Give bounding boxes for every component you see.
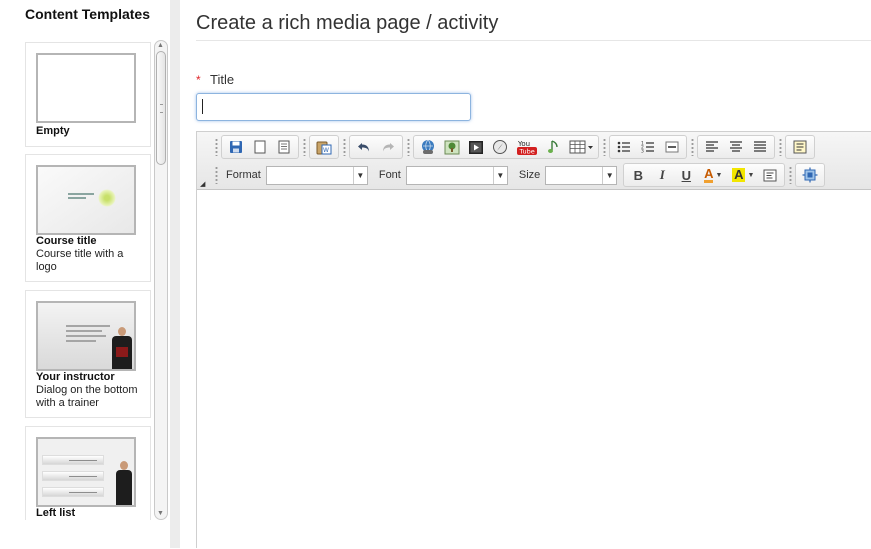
title-field-wrapper [196,93,471,121]
text-color-button[interactable]: A ▼ [698,165,728,186]
background-color-icon: A [732,167,746,182]
chevron-down-icon: ▼ [747,171,755,179]
templates-icon[interactable] [272,137,296,158]
template-list-scrollbar[interactable]: ▲ ▼ [154,40,168,520]
template-name: Course title [36,235,97,247]
link-icon[interactable] [416,137,440,158]
source-group [785,135,815,159]
scrollbar-thumb[interactable] [156,51,166,165]
template-left-list[interactable]: Left list [25,426,151,520]
template-name: Left list [36,507,76,519]
toolbar-row-1: W You Tube 1 2 3 [215,135,819,159]
template-your-instructor[interactable]: Your instructor Dialog on the bottom wit… [25,290,151,418]
align-center-icon[interactable] [724,137,748,158]
trainer-figure [114,461,134,505]
youtube-icon[interactable]: You Tube [512,137,542,158]
rich-text-editor: ◢ W You Tube 1 2 3 Format ▼ Font ▼ Size … [196,131,871,549]
template-left-list-thumbnail [36,437,136,507]
panel-divider [170,0,180,548]
svg-text:W: W [323,147,329,154]
format-select[interactable]: ▼ [265,165,368,185]
template-empty-thumbnail [36,53,136,123]
scroll-up-icon[interactable]: ▲ [157,42,164,50]
size-select[interactable]: ▼ [545,165,618,185]
logo-graphic [98,189,116,207]
clipboard-group: W [309,135,339,159]
numbered-list-icon[interactable]: 123 [636,137,660,158]
align-group [697,135,775,159]
horizontal-rule-icon[interactable] [660,137,684,158]
chevron-down-icon[interactable]: ▼ [492,166,507,184]
template-your-instructor-thumbnail [36,301,136,371]
template-course-title-thumbnail [36,165,136,235]
chevron-down-icon[interactable]: ▼ [602,166,617,184]
insert-group: You Tube [413,135,599,159]
underline-button[interactable]: U [674,165,698,186]
template-description: Course title with a logo [36,248,124,273]
collapse-toolbar-icon[interactable]: ◢ [200,180,205,188]
scroll-down-icon[interactable]: ▼ [157,510,164,518]
template-name: Your instructor [36,371,115,383]
title-input[interactable] [196,93,471,121]
main-content: Create a rich media page / activity * Ti… [196,0,871,549]
maximize-icon[interactable] [798,165,822,186]
template-empty[interactable]: Empty [25,42,151,147]
justify-icon[interactable] [748,137,772,158]
size-label: Size [518,169,541,181]
content-templates-title: Content Templates [25,6,150,22]
font-select[interactable]: ▼ [405,165,508,185]
editor-content-area[interactable] [197,190,871,549]
template-list: Empty Course title Course title with a l… [24,42,152,520]
toolbar-grip [215,138,218,156]
editor-toolbar: ◢ W You Tube 1 2 3 Format ▼ Font ▼ Size … [197,132,871,190]
trainer-figure [110,327,134,369]
title-label: Title [210,72,235,87]
toolbar-row-2: Format ▼ Font ▼ Size ▼ B I U A ▼ A ▼ [215,163,829,187]
title-divider [196,40,871,41]
text-color-icon: A [704,166,714,183]
source-icon[interactable] [788,137,812,158]
format-label: Format [226,169,261,181]
undo-icon[interactable] [352,137,376,158]
chevron-down-icon[interactable]: ▼ [352,166,367,184]
save-icon[interactable] [224,137,248,158]
bulleted-list-icon[interactable] [612,137,636,158]
content-templates-panel: Content Templates Empty Course title Cou… [0,0,180,548]
bold-button[interactable]: B [626,165,650,186]
template-name: Empty [36,125,70,137]
svg-text:3: 3 [641,149,644,155]
background-color-button[interactable]: A ▼ [728,165,758,186]
image-icon[interactable] [440,137,464,158]
page-title: Create a rich media page / activity [196,12,499,34]
table-icon[interactable] [566,137,596,158]
history-group [349,135,403,159]
audio-icon[interactable] [542,137,566,158]
list-group: 123 [609,135,687,159]
template-course-title[interactable]: Course title Course title with a logo [25,154,151,282]
flash-icon[interactable] [464,137,488,158]
document-group [221,135,299,159]
required-marker: * [196,73,201,87]
align-left-icon[interactable] [700,137,724,158]
dialog-lines-graphic [66,325,110,345]
font-label: Font [378,169,401,181]
new-page-icon[interactable] [248,137,272,158]
chevron-down-icon: ▼ [715,171,723,179]
redo-icon[interactable] [376,137,400,158]
compass-icon[interactable] [488,137,512,158]
tools-group [795,163,826,187]
logo-text-graphic [68,193,94,203]
remove-format-icon[interactable] [758,165,782,186]
template-description: Dialog on the bottom with a trainer [36,384,138,409]
text-style-group: B I U A ▼ A ▼ [623,163,786,187]
text-cursor [202,99,203,114]
paste-word-icon[interactable]: W [312,137,336,158]
italic-button[interactable]: I [650,165,674,186]
svg-text:Tube: Tube [519,148,535,156]
